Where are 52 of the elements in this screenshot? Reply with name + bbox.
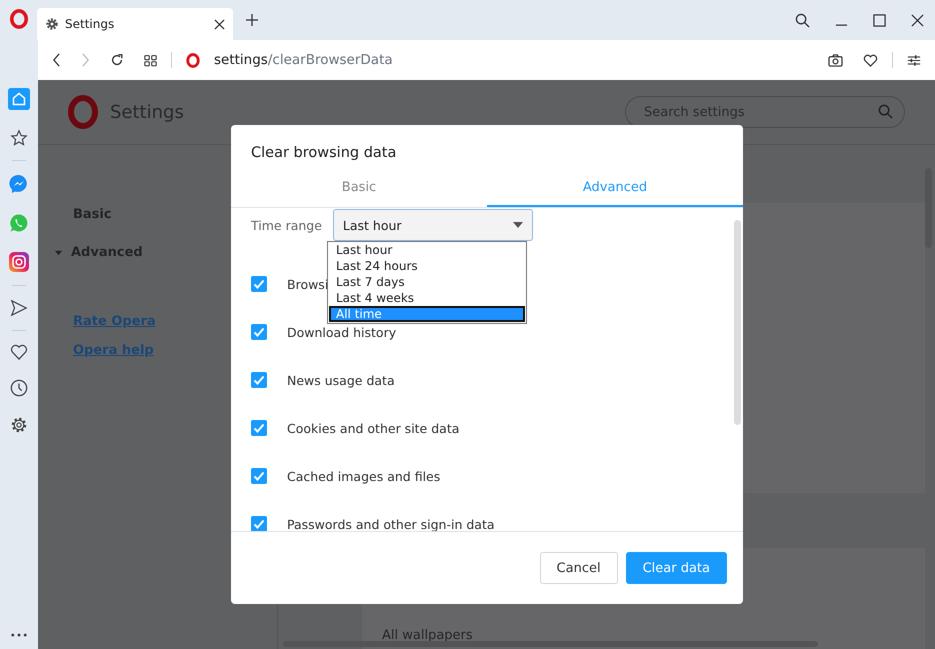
checkbox-label: Cookies and other site data: [287, 420, 460, 436]
camera-icon[interactable]: [828, 54, 843, 66]
checkbox[interactable]: [251, 276, 267, 292]
checkbox[interactable]: [251, 468, 267, 484]
close-icon[interactable]: [911, 14, 924, 26]
caret-icon: [512, 222, 523, 228]
cancel-button[interactable]: Cancel: [540, 552, 618, 584]
clock-icon[interactable]: [10, 379, 28, 397]
heart-icon[interactable]: [10, 344, 28, 360]
checkbox-label: News usage data: [287, 372, 395, 388]
send-icon[interactable]: [10, 299, 28, 317]
tab-title: Settings: [65, 17, 116, 31]
scrollbar[interactable]: [734, 220, 741, 425]
time-range-dropdown[interactable]: Last hour: [332, 209, 533, 241]
home-icon[interactable]: [8, 88, 30, 110]
checkbox-label: Download history: [287, 324, 396, 340]
more-icon[interactable]: [11, 633, 27, 637]
checkbox[interactable]: [251, 372, 267, 388]
checkbox[interactable]: [251, 420, 267, 436]
dropdown-option[interactable]: Last 7 days: [329, 274, 525, 290]
field-label: Time range: [251, 218, 322, 232]
dropdown-option[interactable]: Last 24 hours: [329, 258, 525, 274]
checkbox[interactable]: [251, 324, 267, 340]
tab[interactable]: Basic: [231, 170, 487, 207]
close-icon[interactable]: [214, 18, 225, 30]
maximize-icon[interactable]: [873, 14, 886, 26]
gear-icon: [45, 17, 59, 31]
page-title: Settings: [110, 102, 184, 122]
checkbox[interactable]: [251, 516, 267, 531]
new-tab-icon[interactable]: [246, 14, 258, 26]
messenger-icon[interactable]: [9, 174, 29, 194]
dropdown-option[interactable]: Last 4 weeks: [329, 290, 525, 306]
grid-icon[interactable]: [144, 54, 157, 66]
section-label: All wallpapers: [382, 628, 473, 643]
settings-sliders-icon[interactable]: [907, 54, 921, 66]
opera-logo-icon: [68, 95, 98, 129]
back-icon[interactable]: [52, 53, 61, 67]
checkbox-label: Passwords and other sign-in data: [287, 516, 495, 531]
checkbox-label: Browsi: [287, 276, 328, 292]
browser-tab[interactable]: Settings: [37, 8, 233, 40]
opera-logo-icon[interactable]: [10, 9, 28, 29]
dropdown-option[interactable]: Last hour: [329, 242, 525, 258]
star-icon[interactable]: [10, 129, 28, 147]
settings-icon[interactable]: [10, 416, 28, 434]
reload-icon[interactable]: [110, 53, 124, 67]
instagram-icon[interactable]: [9, 252, 29, 272]
heart-icon[interactable]: [863, 54, 878, 66]
opera-logo-icon: [186, 52, 200, 68]
search-icon[interactable]: [795, 12, 810, 28]
caret-icon[interactable]: [54, 248, 63, 256]
dialog-title: Clear browsing data: [250, 144, 398, 163]
checkbox-label: Cached images and files: [287, 468, 440, 484]
